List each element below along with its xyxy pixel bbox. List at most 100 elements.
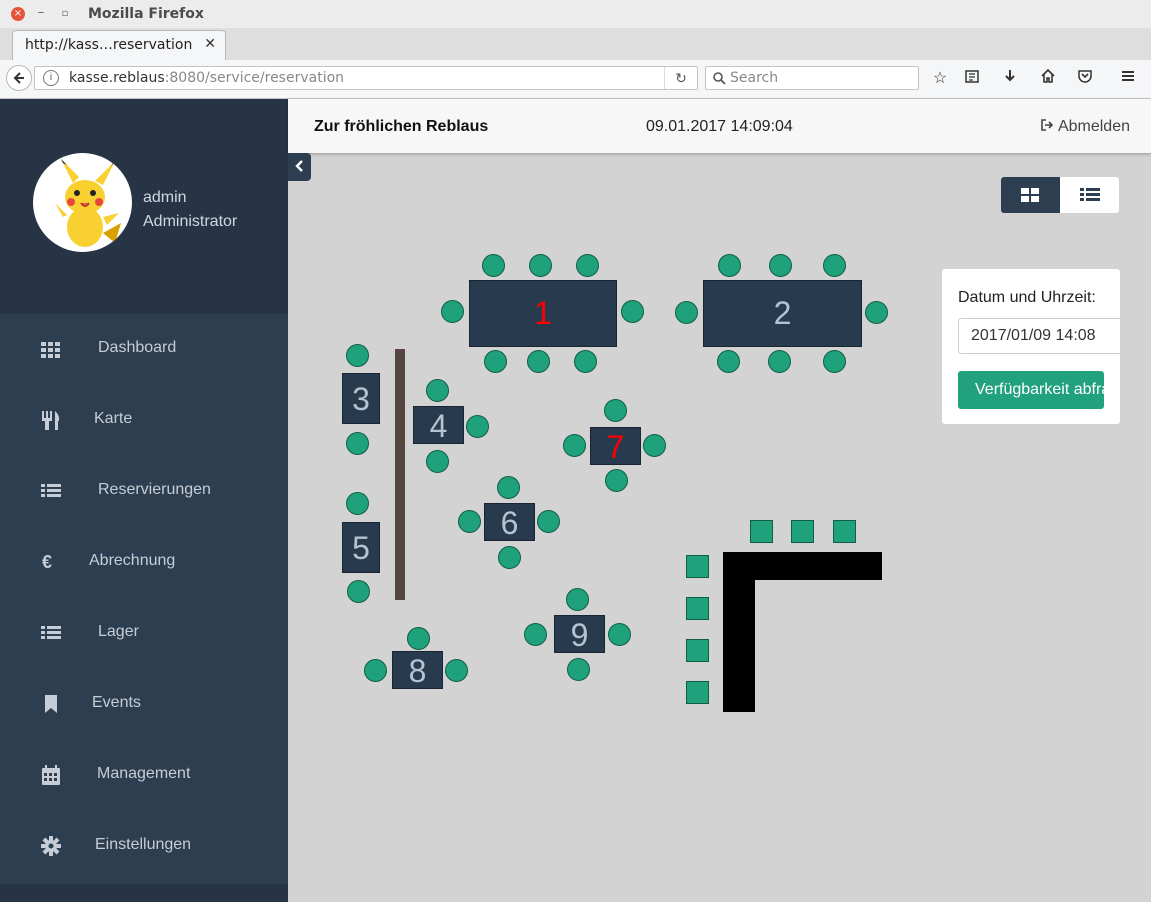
bar-stool[interactable] bbox=[791, 520, 814, 543]
seat[interactable] bbox=[426, 379, 449, 402]
home-icon[interactable] bbox=[1037, 68, 1059, 89]
bookmark-star-icon[interactable]: ☆ bbox=[929, 68, 951, 88]
seat[interactable] bbox=[643, 434, 666, 457]
window-maximize-icon[interactable]: ▫ bbox=[58, 7, 72, 21]
table-5[interactable]: 5 bbox=[342, 522, 380, 573]
seat[interactable] bbox=[484, 350, 507, 373]
seat[interactable] bbox=[769, 254, 792, 277]
table-6[interactable]: 6 bbox=[484, 503, 535, 541]
seat[interactable] bbox=[865, 301, 888, 324]
reading-list-icon[interactable] bbox=[961, 68, 983, 89]
sidebar-item-label: Events bbox=[92, 694, 141, 711]
table-3[interactable]: 3 bbox=[342, 373, 380, 424]
check-availability-button[interactable]: Verfügbarkeit abfragen bbox=[958, 371, 1104, 409]
seat[interactable] bbox=[527, 350, 550, 373]
seat[interactable] bbox=[718, 254, 741, 277]
bar-stool[interactable] bbox=[750, 520, 773, 543]
search-bar[interactable]: Search bbox=[705, 66, 919, 90]
grid-view-button[interactable] bbox=[1001, 177, 1060, 213]
seat[interactable] bbox=[445, 659, 468, 682]
seat[interactable] bbox=[675, 301, 698, 324]
current-datetime: 09.01.2017 14:09:04 bbox=[646, 118, 793, 135]
sidebar-item-events[interactable]: Events bbox=[0, 669, 288, 740]
seat[interactable] bbox=[482, 254, 505, 277]
tab-close-icon[interactable]: ✕ bbox=[204, 35, 216, 52]
seat[interactable] bbox=[426, 450, 449, 473]
seat[interactable] bbox=[529, 254, 552, 277]
window-minimize-icon[interactable]: – bbox=[34, 6, 48, 21]
search-input[interactable]: Search bbox=[730, 70, 778, 86]
sidebar-item-management[interactable]: Management bbox=[0, 740, 288, 811]
seat[interactable] bbox=[823, 254, 846, 277]
seat[interactable] bbox=[768, 350, 791, 373]
sidebar-item-karte[interactable]: Karte bbox=[0, 385, 288, 456]
info-icon[interactable]: i bbox=[43, 70, 59, 86]
table-2[interactable]: 2 bbox=[703, 280, 862, 347]
url-text[interactable]: kasse.reblaus:8080/service/reservation bbox=[69, 70, 344, 86]
datetime-input[interactable]: 2017/01/09 14:08 bbox=[958, 318, 1120, 354]
seat[interactable] bbox=[605, 469, 628, 492]
seat[interactable] bbox=[347, 580, 370, 603]
seat[interactable] bbox=[346, 344, 369, 367]
seat[interactable] bbox=[576, 254, 599, 277]
bar-stool[interactable] bbox=[686, 681, 709, 704]
reload-icon[interactable]: ↻ bbox=[664, 67, 697, 89]
calendar-icon bbox=[42, 765, 60, 785]
seat[interactable] bbox=[364, 659, 387, 682]
sidebar-item-einstellungen[interactable]: Einstellungen bbox=[0, 811, 288, 882]
avatar bbox=[33, 153, 132, 252]
sidebar-item-label: Lager bbox=[98, 623, 139, 640]
user-role: Administrator bbox=[143, 213, 238, 230]
seat[interactable] bbox=[497, 476, 520, 499]
table-8[interactable]: 8 bbox=[392, 651, 443, 689]
sidebar-item-dashboard[interactable]: Dashboard bbox=[0, 314, 288, 385]
seat[interactable] bbox=[498, 546, 521, 569]
seat[interactable] bbox=[441, 300, 464, 323]
url-host: kasse.reblaus bbox=[69, 70, 165, 86]
seat[interactable] bbox=[823, 350, 846, 373]
table-number: 7 bbox=[606, 429, 625, 465]
bar-stool[interactable] bbox=[686, 555, 709, 578]
bar-stool[interactable] bbox=[686, 639, 709, 662]
table-7[interactable]: 7 bbox=[590, 427, 641, 465]
hamburger-menu-icon[interactable] bbox=[1117, 68, 1139, 89]
seat[interactable] bbox=[567, 658, 590, 681]
list-view-button[interactable] bbox=[1060, 177, 1119, 213]
seat[interactable] bbox=[537, 510, 560, 533]
window-titlebar: × – ▫ Mozilla Firefox bbox=[0, 0, 1151, 28]
seat[interactable] bbox=[604, 399, 627, 422]
seat[interactable] bbox=[717, 350, 740, 373]
chevron-left-icon bbox=[294, 160, 303, 172]
bar-stool[interactable] bbox=[686, 597, 709, 620]
sidebar-item-label: Karte bbox=[94, 410, 133, 427]
navigation-toolbar: i kasse.reblaus:8080/service/reservation… bbox=[0, 60, 1151, 99]
window-close-icon[interactable]: × bbox=[11, 7, 25, 21]
table-1[interactable]: 1 bbox=[469, 280, 617, 347]
sidebar-collapse-button[interactable] bbox=[288, 153, 311, 181]
bar-stool[interactable] bbox=[833, 520, 856, 543]
url-bar[interactable]: i kasse.reblaus:8080/service/reservation… bbox=[34, 66, 698, 90]
seat[interactable] bbox=[346, 492, 369, 515]
sidebar-item-abrechnung[interactable]: € Abrechnung bbox=[0, 527, 288, 598]
pocket-icon[interactable] bbox=[1074, 68, 1096, 89]
seat[interactable] bbox=[563, 434, 586, 457]
seat[interactable] bbox=[466, 415, 489, 438]
download-icon[interactable] bbox=[999, 68, 1021, 89]
seat[interactable] bbox=[574, 350, 597, 373]
seat[interactable] bbox=[524, 623, 547, 646]
seat[interactable] bbox=[608, 623, 631, 646]
back-button[interactable] bbox=[6, 65, 32, 91]
seat[interactable] bbox=[458, 510, 481, 533]
seat[interactable] bbox=[346, 432, 369, 455]
logout-button[interactable]: Abmelden bbox=[1040, 118, 1130, 136]
table-9[interactable]: 9 bbox=[554, 615, 605, 653]
th-icon bbox=[41, 342, 60, 358]
seat[interactable] bbox=[566, 588, 589, 611]
bar-counter bbox=[723, 552, 755, 712]
seat[interactable] bbox=[407, 627, 430, 650]
sidebar-item-reservierungen[interactable]: Reservierungen bbox=[0, 456, 288, 527]
browser-tab[interactable]: http://kass…reservation ✕ bbox=[12, 30, 226, 60]
seat[interactable] bbox=[621, 300, 644, 323]
table-4[interactable]: 4 bbox=[413, 406, 464, 444]
sidebar-item-lager[interactable]: Lager bbox=[0, 598, 288, 669]
